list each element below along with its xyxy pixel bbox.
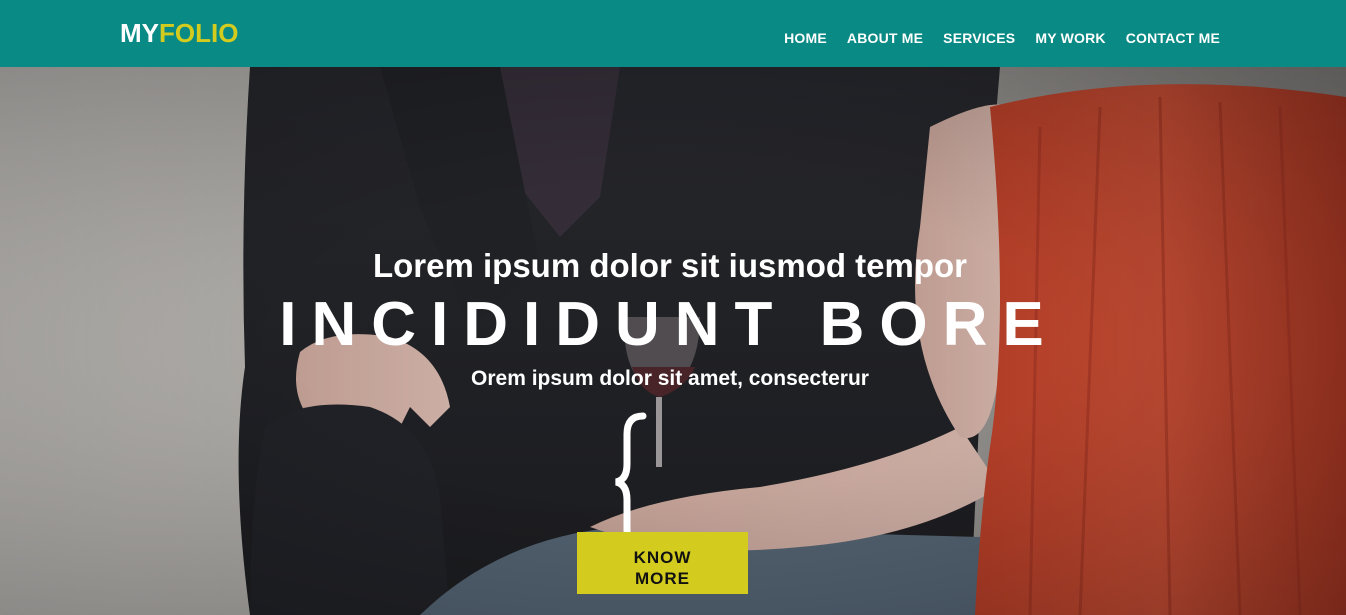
main-nav: HOME ABOUT ME SERVICES MY WORK CONTACT M… bbox=[784, 30, 1220, 47]
logo[interactable]: MYFOLIO bbox=[120, 17, 238, 49]
logo-part-folio: FOLIO bbox=[159, 18, 239, 48]
navbar: MYFOLIO HOME ABOUT ME SERVICES MY WORK C… bbox=[0, 0, 1346, 67]
know-more-button[interactable]: KNOW MORE bbox=[577, 532, 748, 594]
nav-my-work[interactable]: MY WORK bbox=[1035, 30, 1105, 47]
logo-part-my: MY bbox=[120, 18, 159, 48]
nav-services[interactable]: SERVICES bbox=[943, 30, 1015, 47]
page: MYFOLIO HOME ABOUT ME SERVICES MY WORK C… bbox=[0, 0, 1346, 615]
nav-contact-me[interactable]: CONTACT ME bbox=[1126, 30, 1220, 47]
nav-home[interactable]: HOME bbox=[784, 30, 827, 47]
nav-about-me[interactable]: ABOUT ME bbox=[847, 30, 923, 47]
